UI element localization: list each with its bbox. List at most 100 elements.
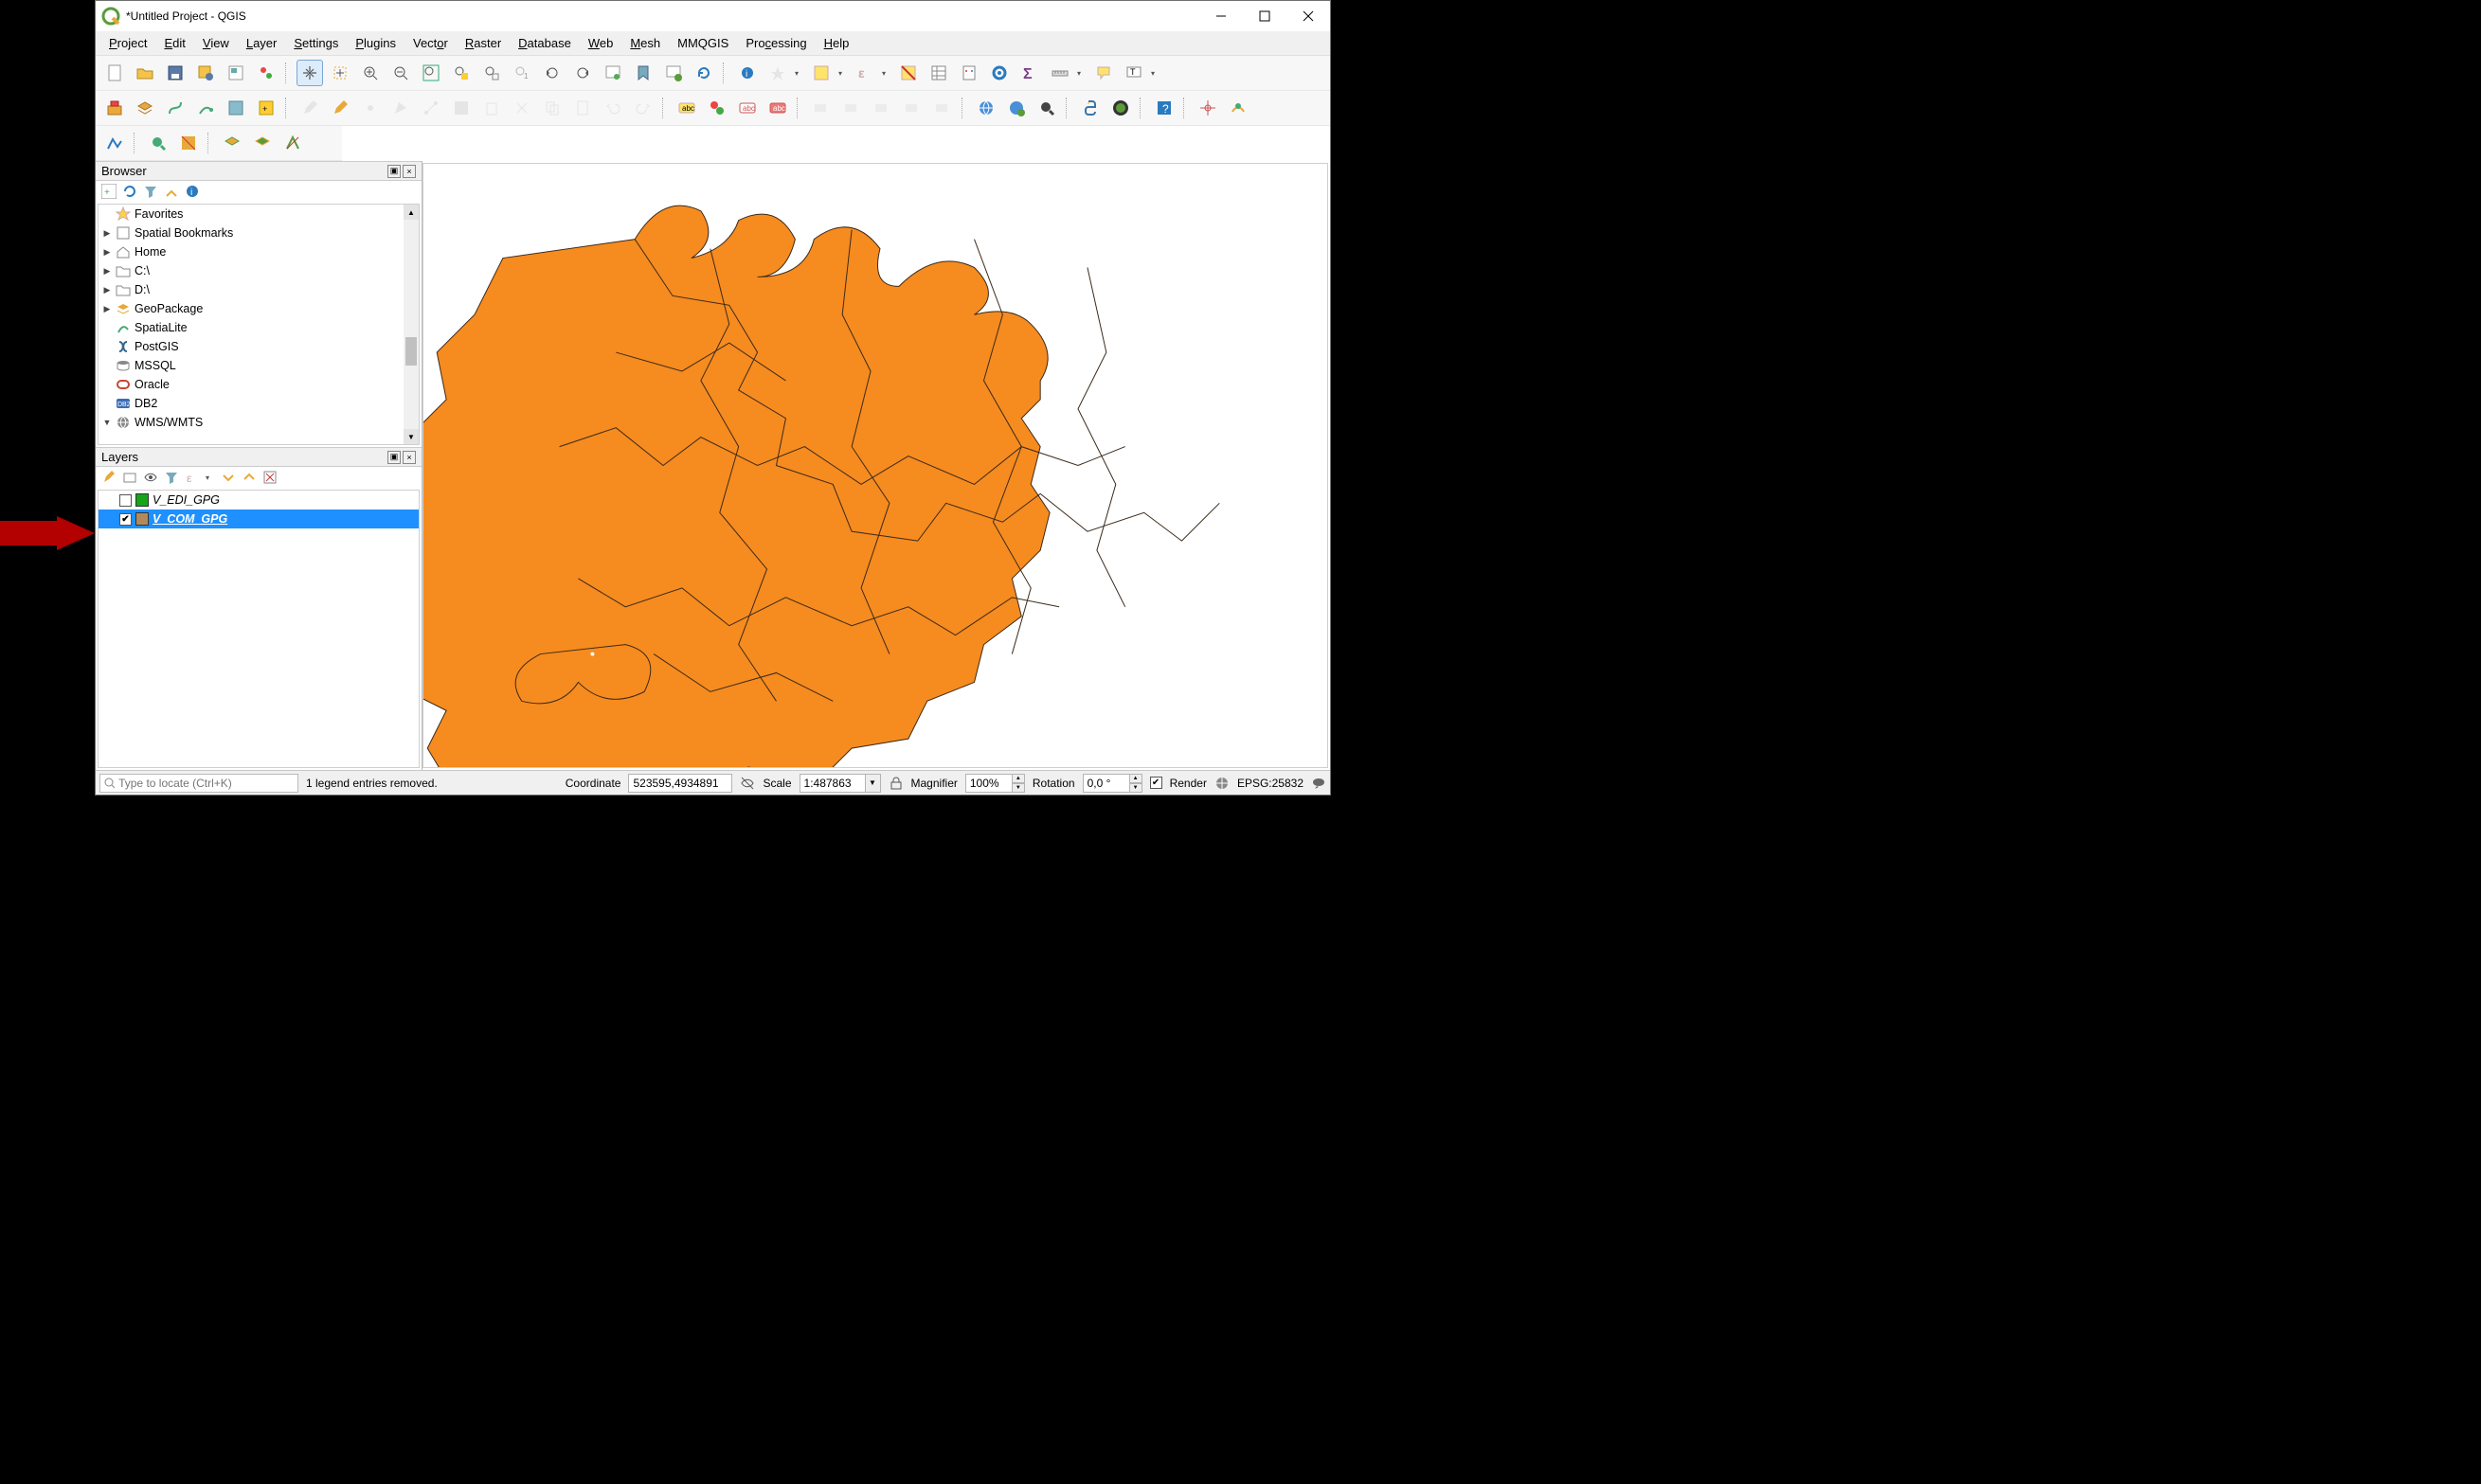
zoom-layer-button[interactable] bbox=[478, 60, 505, 86]
render-checkbox[interactable]: ✔ bbox=[1150, 777, 1162, 789]
action-button[interactable] bbox=[764, 60, 791, 86]
menu-edit[interactable]: Edit bbox=[156, 34, 192, 52]
menu-project[interactable]: Project bbox=[101, 34, 154, 52]
collapse-browser-icon[interactable] bbox=[164, 184, 179, 199]
locator[interactable] bbox=[99, 774, 298, 793]
processing-toolbox-button[interactable] bbox=[986, 60, 1013, 86]
add-group-icon[interactable] bbox=[122, 470, 137, 485]
browser-item-oracle[interactable]: Oracle bbox=[99, 375, 419, 394]
menu-settings[interactable]: Settings bbox=[286, 34, 346, 52]
change-label-button[interactable] bbox=[929, 95, 956, 121]
browser-tree[interactable]: Favorites ▶Spatial Bookmarks ▶Home ▶C:\ … bbox=[98, 204, 420, 445]
new-bookmark-button[interactable] bbox=[630, 60, 656, 86]
refresh-browser-icon[interactable] bbox=[122, 184, 137, 199]
browser-item-postgis[interactable]: PostGIS bbox=[99, 337, 419, 356]
label-button[interactable]: abc bbox=[674, 95, 700, 121]
nominatim-button[interactable] bbox=[1034, 95, 1060, 121]
browser-item-spatialite[interactable]: SpatiaLite bbox=[99, 318, 419, 337]
messages-icon[interactable] bbox=[1311, 776, 1326, 791]
node-tool-button[interactable] bbox=[418, 95, 444, 121]
layer-checkbox[interactable]: ✔ bbox=[119, 513, 132, 526]
undo-button[interactable] bbox=[600, 95, 626, 121]
label-hl-button[interactable]: abc bbox=[734, 95, 761, 121]
temporal-button[interactable] bbox=[660, 60, 687, 86]
attribute-table-button[interactable] bbox=[926, 60, 952, 86]
print-layout-button[interactable] bbox=[223, 60, 249, 86]
layers-tree[interactable]: V_EDI_GPG ✔ V_COM_GPG bbox=[98, 490, 420, 768]
browser-item-wms[interactable]: ▼WMS/WMTS bbox=[99, 413, 419, 432]
scale-combo[interactable]: ▼ bbox=[800, 774, 881, 793]
browser-undock-button[interactable]: ▣ bbox=[387, 165, 401, 178]
manage-visibility-icon[interactable] bbox=[143, 470, 158, 485]
zoom-last-button[interactable] bbox=[539, 60, 566, 86]
extents-icon[interactable] bbox=[740, 776, 755, 791]
save-as-button[interactable] bbox=[192, 60, 219, 86]
layers-close-button[interactable]: × bbox=[403, 451, 416, 464]
menu-processing[interactable]: Processing bbox=[738, 34, 814, 52]
geometry-checker-button[interactable] bbox=[1225, 95, 1251, 121]
menu-layer[interactable]: Layer bbox=[239, 34, 285, 52]
vector-tool-1[interactable] bbox=[101, 130, 128, 156]
metasearch-button[interactable] bbox=[973, 95, 999, 121]
rotation-spin[interactable]: ▲▼ bbox=[1083, 774, 1142, 793]
vector-tool-4[interactable] bbox=[219, 130, 245, 156]
measure-button[interactable] bbox=[1047, 60, 1073, 86]
browser-item-mssql[interactable]: MSSQL bbox=[99, 356, 419, 375]
menu-web[interactable]: Web bbox=[581, 34, 621, 52]
select-expression-button[interactable]: ε bbox=[852, 60, 878, 86]
osm-button[interactable] bbox=[1107, 95, 1134, 121]
collapse-all-icon[interactable] bbox=[242, 470, 257, 485]
label-pin-button[interactable]: abc bbox=[764, 95, 791, 121]
data-source-button[interactable] bbox=[101, 95, 128, 121]
menu-database[interactable]: Database bbox=[511, 34, 579, 52]
python-console-button[interactable] bbox=[1077, 95, 1104, 121]
map-tips-button[interactable] bbox=[1090, 60, 1117, 86]
field-calc-button[interactable] bbox=[956, 60, 982, 86]
vector-tool-6[interactable] bbox=[279, 130, 306, 156]
vector-tool-5[interactable] bbox=[249, 130, 276, 156]
crs-icon[interactable] bbox=[1214, 776, 1230, 791]
properties-browser-icon[interactable]: i bbox=[185, 184, 200, 199]
paste-button[interactable] bbox=[569, 95, 596, 121]
new-shapefile-button[interactable] bbox=[162, 95, 189, 121]
delete-button[interactable] bbox=[478, 95, 505, 121]
menu-view[interactable]: View bbox=[195, 34, 237, 52]
layer-style-icon[interactable] bbox=[101, 470, 117, 485]
menu-mesh[interactable]: Mesh bbox=[622, 34, 668, 52]
browser-item-db2[interactable]: DB2DB2 bbox=[99, 394, 419, 413]
menu-vector[interactable]: Vector bbox=[405, 34, 456, 52]
browser-scrollbar[interactable]: ▲▼ bbox=[404, 205, 419, 444]
toggle-editing-button[interactable] bbox=[297, 95, 323, 121]
browser-item-d[interactable]: ▶D:\ bbox=[99, 280, 419, 299]
cut-button[interactable] bbox=[509, 95, 535, 121]
new-spatialite-button[interactable] bbox=[192, 95, 219, 121]
locator-input[interactable] bbox=[118, 777, 294, 790]
copy-button[interactable] bbox=[539, 95, 566, 121]
layers-undock-button[interactable]: ▣ bbox=[387, 451, 401, 464]
new-mesh-button[interactable]: + bbox=[253, 95, 279, 121]
lock-icon[interactable] bbox=[889, 776, 904, 791]
add-feature-button[interactable] bbox=[357, 95, 384, 121]
layer-row-com[interactable]: ✔ V_COM_GPG bbox=[99, 510, 419, 528]
new-map-view-button[interactable] bbox=[600, 60, 626, 86]
diagram-button[interactable] bbox=[704, 95, 730, 121]
zoom-selection-button[interactable] bbox=[448, 60, 475, 86]
zoom-next-button[interactable] bbox=[569, 60, 596, 86]
vector-tool-2[interactable] bbox=[145, 130, 171, 156]
refresh-button[interactable] bbox=[691, 60, 717, 86]
deselect-button[interactable] bbox=[895, 60, 922, 86]
zoom-out-button[interactable] bbox=[387, 60, 414, 86]
snapping-button[interactable] bbox=[1195, 95, 1221, 121]
layer-row-edi[interactable]: V_EDI_GPG bbox=[99, 491, 419, 510]
hide-label-button[interactable] bbox=[899, 95, 926, 121]
maximize-button[interactable] bbox=[1243, 2, 1286, 30]
browser-item-favorites[interactable]: Favorites bbox=[99, 205, 419, 223]
style-manager-button[interactable] bbox=[253, 60, 279, 86]
menu-help[interactable]: Help bbox=[817, 34, 857, 52]
menu-raster[interactable]: Raster bbox=[458, 34, 509, 52]
show-label-button[interactable] bbox=[869, 95, 895, 121]
browser-item-home[interactable]: ▶Home bbox=[99, 242, 419, 261]
pan-to-selection-button[interactable] bbox=[327, 60, 353, 86]
rotate-label-button[interactable] bbox=[838, 95, 865, 121]
browser-close-button[interactable]: × bbox=[403, 165, 416, 178]
